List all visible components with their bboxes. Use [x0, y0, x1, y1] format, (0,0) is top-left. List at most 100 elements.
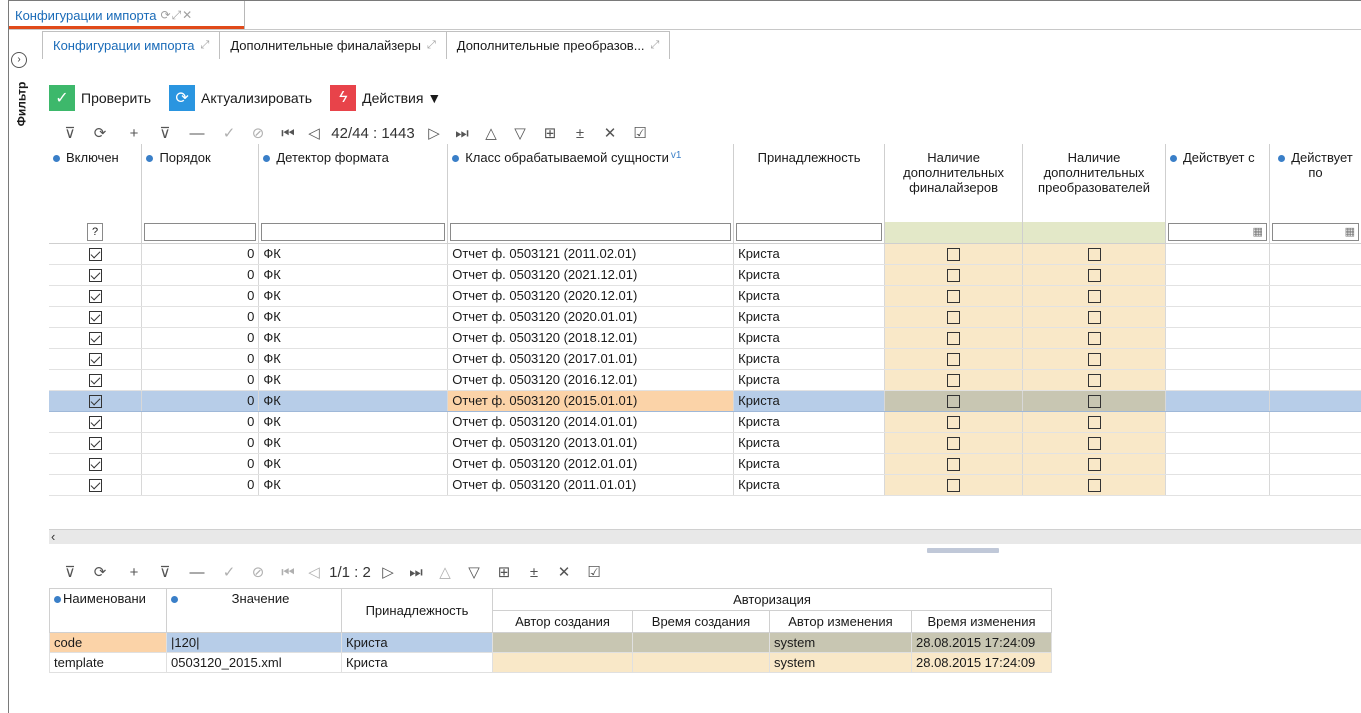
filter-detector-input[interactable] — [261, 223, 446, 242]
delete-icon[interactable]: — — [179, 564, 215, 581]
expand-icon[interactable]: ⤢ — [651, 39, 660, 52]
refresh-icon[interactable]: ⟳ — [83, 124, 117, 142]
enabled-checkbox[interactable] — [88, 290, 102, 304]
enabled-checkbox[interactable] — [88, 479, 102, 493]
entity-cell[interactable]: Отчет ф. 0503120 (2020.12.01) — [447, 285, 735, 307]
refresh-button[interactable]: ⟳ Актуализировать — [169, 85, 312, 111]
filter-unknown-checkbox[interactable]: ? — [87, 223, 103, 242]
window-tab[interactable]: Конфигурации импорта ⟳⤢✕ — [9, 1, 245, 29]
finalizers-checkbox[interactable] — [947, 458, 961, 472]
transformers-checkbox[interactable] — [1087, 479, 1101, 493]
finalizers-cell[interactable] — [884, 369, 1024, 391]
entity-cell[interactable]: Отчет ф. 0503121 (2011.02.01) — [447, 243, 735, 265]
affiliation-cell[interactable]: Криста — [733, 432, 886, 454]
order-cell[interactable]: 0 — [141, 285, 260, 307]
col-created-at[interactable]: Время создания — [632, 610, 770, 633]
finalizers-cell[interactable] — [884, 243, 1024, 265]
delete-icon[interactable]: — — [179, 125, 215, 142]
detector-cell[interactable]: ФК — [258, 264, 449, 286]
col-entity-class[interactable]: Класс обрабатываемой сущности v1 — [447, 144, 735, 222]
enabled-cell[interactable] — [49, 285, 143, 307]
order-cell[interactable]: 0 — [141, 264, 260, 286]
select-icon[interactable]: ☑ — [579, 563, 609, 581]
finalizers-cell[interactable] — [884, 453, 1024, 475]
valid-to-cell[interactable] — [1269, 348, 1361, 370]
col-changed-by[interactable]: Автор изменения — [769, 610, 912, 633]
valid-from-cell[interactable] — [1165, 369, 1270, 391]
plus-minus-icon[interactable]: ± — [565, 125, 595, 142]
filter-icon[interactable]: ⊽ — [57, 124, 83, 142]
plus-minus-icon[interactable]: ± — [519, 564, 549, 581]
expand-icon[interactable]: ⤢ — [427, 39, 436, 52]
valid-to-cell[interactable] — [1269, 474, 1361, 496]
tab-import-configs[interactable]: Конфигурации импорта ⤢ — [42, 31, 221, 59]
enabled-checkbox[interactable] — [88, 437, 102, 451]
affiliation-cell[interactable]: Криста — [733, 348, 886, 370]
valid-to-cell[interactable] — [1269, 432, 1361, 454]
filter-icon[interactable]: ⊽ — [57, 563, 83, 581]
valid-from-cell[interactable] — [1165, 348, 1270, 370]
col-affiliation[interactable]: Принадлежность — [341, 588, 493, 633]
valid-to-cell[interactable] — [1269, 285, 1361, 307]
order-cell[interactable]: 0 — [141, 390, 260, 412]
detector-cell[interactable]: ФК — [258, 285, 449, 307]
actions-dropdown[interactable]: ϟ Действия ▼ — [330, 85, 441, 111]
finalizers-checkbox[interactable] — [947, 248, 961, 262]
col-valid-from[interactable]: Действует с — [1165, 144, 1270, 222]
table-row-selected[interactable]: code |120| Криста system 28.08.2015 17:2… — [49, 632, 1052, 653]
filter-entity-input[interactable] — [450, 223, 732, 242]
detector-cell[interactable]: ФК — [258, 432, 449, 454]
enabled-checkbox[interactable] — [88, 332, 102, 346]
affiliation-cell[interactable]: Криста — [733, 327, 886, 349]
enabled-cell[interactable] — [49, 432, 143, 454]
col-transformers[interactable]: Наличие дополнительных преобразователей — [1022, 144, 1166, 222]
valid-from-cell[interactable] — [1165, 327, 1270, 349]
changed-at-cell[interactable]: 28.08.2015 17:24:09 — [911, 632, 1052, 653]
transformers-checkbox[interactable] — [1087, 248, 1101, 262]
name-cell[interactable]: code — [49, 632, 167, 653]
entity-cell[interactable]: Отчет ф. 0503120 (2013.01.01) — [447, 432, 735, 454]
col-created-by[interactable]: Автор создания — [492, 610, 633, 633]
cancel-icon[interactable]: ⊘ — [243, 563, 273, 581]
detector-cell[interactable]: ФК — [258, 474, 449, 496]
finalizers-cell[interactable] — [884, 390, 1024, 412]
finalizers-cell[interactable] — [884, 411, 1024, 433]
detector-cell[interactable]: ФК — [258, 453, 449, 475]
filter-affiliation-input[interactable] — [736, 223, 883, 242]
enabled-cell[interactable] — [49, 453, 143, 475]
valid-from-cell[interactable] — [1165, 306, 1270, 328]
created-by-cell[interactable] — [492, 652, 633, 673]
window-tab-icons[interactable]: ⟳⤢✕ — [161, 8, 194, 23]
transformers-cell[interactable] — [1022, 390, 1166, 412]
detector-cell[interactable]: ФК — [258, 369, 449, 391]
filter-cell[interactable] — [258, 222, 449, 244]
transformers-cell[interactable] — [1022, 243, 1166, 265]
table-row[interactable]: template 0503120_2015.xml Криста system … — [49, 652, 1052, 673]
col-order[interactable]: Порядок — [141, 144, 260, 222]
finalizers-cell[interactable] — [884, 348, 1024, 370]
entity-cell[interactable]: Отчет ф. 0503120 (2018.12.01) — [447, 327, 735, 349]
prev-page-icon[interactable]: ◁ — [303, 563, 325, 581]
changed-by-cell[interactable]: system — [769, 632, 912, 653]
move-up-icon[interactable]: △ — [431, 563, 459, 581]
valid-from-cell[interactable] — [1165, 411, 1270, 433]
table-row[interactable]: 0 ФК Отчет ф. 0503120 (2012.01.01) Криста — [49, 453, 1361, 475]
finalizers-checkbox[interactable] — [947, 269, 961, 283]
calendar-icon[interactable]: ▦ — [1253, 225, 1263, 238]
enabled-checkbox[interactable] — [88, 248, 102, 262]
order-cell[interactable]: 0 — [141, 369, 260, 391]
col-finalizers[interactable]: Наличие дополнительных финалайзеров — [884, 144, 1024, 222]
affiliation-cell[interactable]: Криста — [733, 243, 886, 265]
add-icon[interactable]: + — [117, 564, 151, 581]
finalizers-checkbox[interactable] — [947, 353, 961, 367]
next-page-icon[interactable]: ▷ — [421, 124, 447, 142]
last-page-icon[interactable]: ⏭ — [447, 125, 477, 142]
enabled-cell[interactable] — [49, 411, 143, 433]
table-row[interactable]: 0 ФК Отчет ф. 0503121 (2011.02.01) Криста — [49, 243, 1361, 265]
finalizers-cell[interactable] — [884, 432, 1024, 454]
valid-to-cell[interactable] — [1269, 390, 1361, 412]
created-by-cell[interactable] — [492, 632, 633, 653]
valid-from-cell[interactable] — [1165, 264, 1270, 286]
filter-valid-from-input[interactable]: ▦ — [1168, 223, 1267, 242]
enabled-cell[interactable] — [49, 327, 143, 349]
